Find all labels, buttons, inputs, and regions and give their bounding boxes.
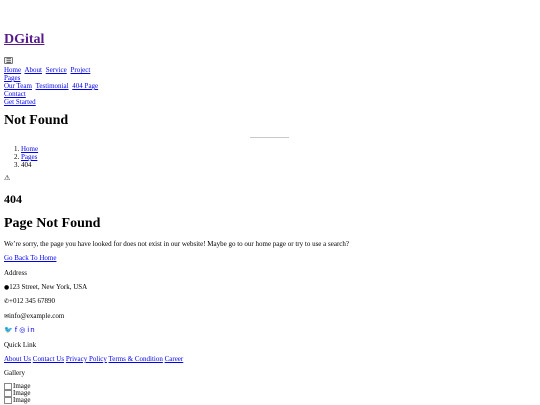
title-divider — [250, 137, 289, 138]
menu-icon: ☰ — [6, 58, 12, 65]
footer-quick-links: About Us Contact Us Privacy Policy Terms… — [4, 355, 183, 363]
linkedin-icon[interactable]: in — [27, 326, 35, 334]
footer-email-line: ✉info@example.com — [4, 312, 64, 321]
footer-phone: +012 345 67890 — [9, 297, 55, 305]
instagram-icon[interactable]: ◎ — [19, 326, 26, 334]
broken-image-icon — [4, 397, 12, 405]
gallery: Image Image Image — [4, 383, 31, 405]
footer-phone-line: ✆+012 345 67890 — [4, 297, 55, 306]
footer-address-heading: Address — [4, 269, 27, 277]
error-title: Page Not Found — [4, 216, 101, 231]
quick-link-contact-us[interactable]: Contact Us — [33, 355, 64, 363]
quick-link-privacy-policy[interactable]: Privacy Policy — [66, 355, 107, 363]
page-title: Not Found — [4, 113, 69, 128]
nav-menu: Home About Service Project Pages Our Tea… — [4, 66, 100, 106]
breadcrumb-link-pages[interactable]: Pages — [21, 153, 37, 161]
get-started-button[interactable]: Get Started — [4, 98, 36, 106]
broken-image-icon — [4, 383, 12, 390]
footer-address-line: ●123 Street, New York, USA — [4, 283, 87, 292]
brand-logo[interactable]: DGital — [4, 32, 44, 48]
gallery-image[interactable]: Image — [4, 397, 31, 405]
breadcrumb-item-home: Home — [21, 145, 38, 153]
facebook-icon[interactable]: f — [15, 326, 18, 334]
nav-pages-dropdown[interactable]: Pages — [4, 74, 20, 82]
nav-service[interactable]: Service — [46, 66, 67, 74]
quick-link-terms[interactable]: Terms & Condition — [109, 355, 163, 363]
warning-icon: ⚠ — [4, 174, 11, 182]
quick-link-career[interactable]: Career — [165, 355, 184, 363]
nav-home[interactable]: Home — [4, 66, 21, 74]
footer-email: info@example.com — [9, 312, 65, 320]
nav-404-page[interactable]: 404 Page — [72, 82, 98, 90]
social-links: 🐦f◎in — [4, 326, 37, 334]
breadcrumb-link-home[interactable]: Home — [21, 145, 38, 153]
nav-our-team[interactable]: Our Team — [4, 82, 32, 90]
footer-quick-link-heading: Quick Link — [4, 341, 37, 349]
error-message: We’re sorry, the page you have looked fo… — [4, 240, 349, 248]
nav-about[interactable]: About — [24, 66, 42, 74]
footer-gallery-heading: Gallery — [4, 369, 25, 377]
breadcrumb-item-pages: Pages — [21, 153, 38, 161]
broken-image-icon — [4, 390, 12, 398]
back-home-button[interactable]: Go Back To Home — [4, 254, 56, 262]
nav-testimonial[interactable]: Testimonial — [36, 82, 69, 90]
navbar-toggler-button[interactable]: ☰ — [4, 57, 13, 65]
breadcrumb-item-current: 404 — [21, 161, 38, 169]
twitter-icon[interactable]: 🐦 — [4, 326, 14, 334]
nav-project[interactable]: Project — [70, 66, 90, 74]
footer-address: 123 Street, New York, USA — [9, 283, 88, 291]
error-code: 404 — [4, 192, 22, 206]
quick-link-about-us[interactable]: About Us — [4, 355, 31, 363]
nav-contact[interactable]: Contact — [4, 90, 26, 98]
breadcrumb: Home Pages 404 — [4, 145, 38, 169]
